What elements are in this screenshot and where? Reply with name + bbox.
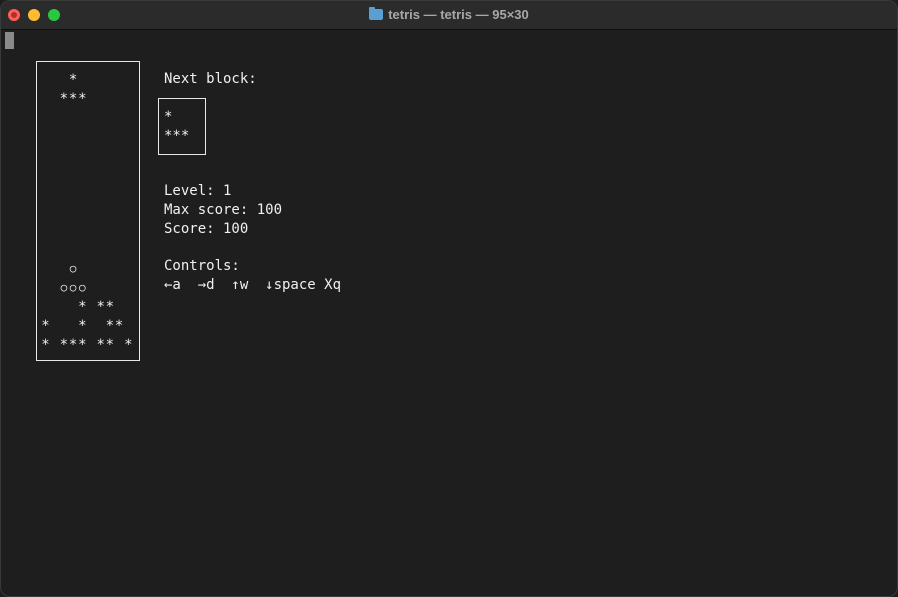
board-cell: * bbox=[68, 72, 78, 88]
terminal-window: tetris — tetris — 95×30 * * * * ○ ○ ○ ○ * * * * * * * *… bbox=[0, 0, 898, 597]
board-cell: * bbox=[78, 90, 87, 107]
next-block-line-1: * bbox=[164, 109, 173, 125]
board-cell: * bbox=[78, 336, 87, 353]
controls-keys: ←a →d ↑w ↓space Xq bbox=[164, 277, 342, 293]
game-board: * * * * ○ ○ ○ ○ * * * * * * * * * * * * * * bbox=[36, 61, 140, 361]
window-title-text: tetris — tetris — 95×30 bbox=[388, 7, 529, 22]
board-cell: * bbox=[59, 90, 69, 107]
board-cell: * bbox=[105, 317, 115, 334]
board-cell: * bbox=[78, 317, 87, 334]
board-cell: * bbox=[96, 336, 105, 353]
next-block-box: * *** bbox=[158, 98, 206, 155]
board-cell: * bbox=[68, 336, 78, 353]
level-text: Level: 1 bbox=[164, 183, 232, 199]
title-bar: tetris — tetris — 95×30 bbox=[1, 1, 897, 30]
controls-label: Controls: bbox=[164, 258, 240, 274]
board-cell: * bbox=[41, 317, 50, 334]
board-cell: * bbox=[114, 317, 124, 334]
next-block-label: Next block: bbox=[164, 71, 257, 87]
score-text: Score: 100 bbox=[164, 221, 249, 237]
window-title: tetris — tetris — 95×30 bbox=[1, 1, 897, 29]
board-cell: * bbox=[96, 298, 105, 315]
board-cell: * bbox=[105, 336, 115, 353]
board-cell: * bbox=[41, 336, 50, 353]
board-cell: ○ bbox=[69, 262, 77, 275]
folder-icon bbox=[369, 7, 384, 20]
text-cursor bbox=[5, 32, 14, 49]
board-cell: ○ bbox=[69, 280, 77, 294]
board-cell: * bbox=[105, 298, 115, 315]
board-cell: ○ bbox=[60, 280, 68, 294]
board-cell: * bbox=[78, 298, 87, 315]
max-score-text: Max score: 100 bbox=[164, 202, 283, 218]
next-block-line-2: *** bbox=[164, 128, 190, 144]
terminal-content[interactable]: * * * * ○ ○ ○ ○ * * * * * * * * * * * * * * Next block: * ***… bbox=[1, 30, 897, 596]
board-cell: * bbox=[59, 336, 69, 353]
board-cell: ○ bbox=[78, 280, 86, 294]
board-cell: * bbox=[68, 90, 78, 107]
board-cell: * bbox=[124, 336, 133, 353]
